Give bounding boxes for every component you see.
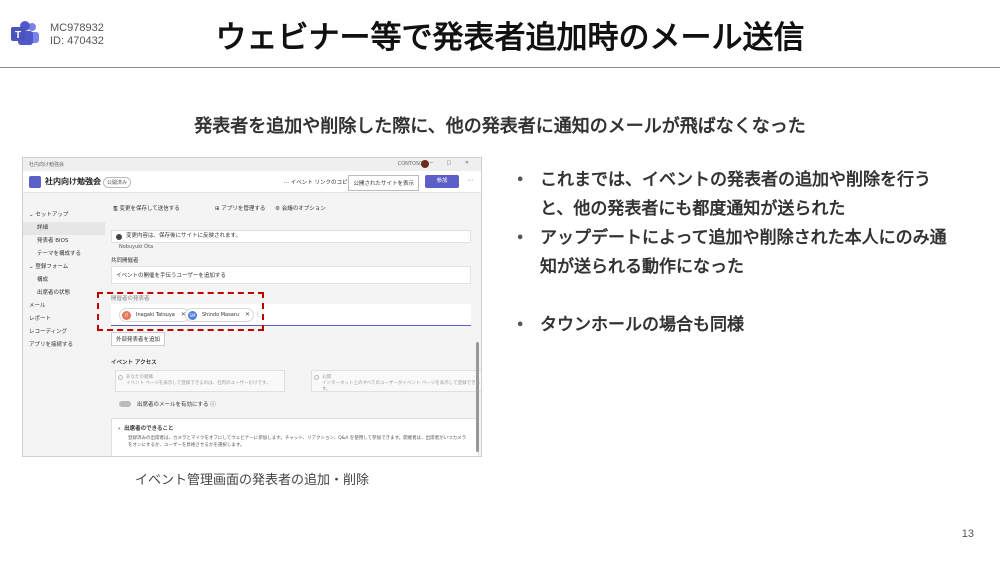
event-icon: [29, 176, 41, 188]
copy-event-link-button[interactable]: ⋯ イベント リンクのコピー: [284, 178, 354, 186]
info-icon: [116, 234, 122, 240]
event-name: 社内向け勉強会: [45, 177, 101, 186]
status-badge: 公開済み: [103, 177, 132, 188]
view-published-site-button[interactable]: 公開されたサイトを表示: [348, 175, 419, 191]
bullet-item: タウンホールの場合も同様: [516, 311, 956, 340]
attendee-capabilities-section[interactable]: › 出席者のできること 登録済みの出席者は、カメラとマイクをオフにしてウェビナー…: [111, 418, 479, 456]
sidebar-item[interactable]: 詳細: [23, 222, 105, 235]
radio-icon: [314, 375, 319, 380]
manage-apps-label: アプリを管理する: [221, 206, 266, 212]
scrollbar[interactable]: [476, 342, 479, 452]
slide-title: ウェビナー等で発表者追加時のメール送信: [215, 20, 805, 56]
banner-text: 変更内容は、保存後にサイトに反映されます。: [126, 233, 241, 239]
sidebar-item[interactable]: レポート: [23, 313, 105, 326]
sidebar-item[interactable]: ⌄ セットアップ: [23, 209, 105, 222]
sidebar-item[interactable]: 構成: [23, 274, 105, 287]
organizer-name: Nobuyuki Ota: [119, 244, 154, 250]
co-organizer-input[interactable]: イベントの開催を手伝うユーザーを追加する: [111, 266, 471, 284]
window-controls-icon[interactable]: ─ □ ✕: [430, 160, 475, 166]
add-external-presenter-button[interactable]: 外部発表者を追加: [111, 332, 166, 346]
expander-description: 登録済みの出席者は、カメラとマイクをオフにしてウェビナーに参加します。チャット、…: [128, 436, 467, 448]
event-app-bar: 社内向け勉強会 公開済み ⋯ イベント リンクのコピー 公開されたサイトを表示 …: [23, 171, 481, 193]
join-button[interactable]: 参加: [425, 175, 459, 188]
meeting-options-button[interactable]: ⚙ 会議のオプション: [275, 204, 326, 212]
more-options-icon[interactable]: ⋯: [467, 177, 473, 184]
avatar[interactable]: [421, 160, 429, 168]
attendee-email-toggle[interactable]: [119, 401, 131, 407]
event-sidebar: ⌄ セットアップ 詳細 発表者 BIOS テーマを構成する ⌄ 登録フォーム 構成 出席者の…: [23, 194, 105, 456]
sidebar-item[interactable]: テーマを構成する: [23, 248, 105, 261]
screenshot-caption: イベント管理画面の発表者の追加・削除: [134, 473, 369, 488]
access-option-desc: イベント ページを表示して登録できるのは、社内のユーザーだけです。: [126, 381, 271, 386]
sidebar-item[interactable]: 発表者 BIOS: [23, 235, 105, 248]
page-number: 13: [961, 528, 974, 540]
bullet-list: これまでは、イベントの発表者の追加や削除を行うと、他の発表者にも都度通知が送られ…: [516, 166, 956, 340]
expander-header: › 出席者のできること: [118, 426, 174, 432]
attendee-email-text: 出席者のメールを有効にする: [137, 402, 209, 408]
radio-icon: [118, 375, 123, 380]
sidebar-item[interactable]: ⌄ 登録フォーム: [23, 261, 105, 274]
window-title: 社内向け勉強会: [29, 162, 65, 168]
access-option-desc: インターネット上のすべてのユーザーがイベント ページを表示して登録できます。: [322, 381, 481, 392]
attendee-email-label: 出席者のメールを有効にする ⓘ: [137, 402, 216, 408]
save-and-send-label: 変更を保存して送信する: [119, 206, 180, 212]
sidebar-item[interactable]: レコーディング: [23, 326, 105, 339]
window-titlebar: 社内向け勉強会 CONTOSO ─ □ ✕: [23, 158, 481, 171]
access-option-org[interactable]: あなたの組織 イベント ページを表示して登録できるのは、社内のユーザーだけです。: [115, 370, 285, 392]
highlight-box: [97, 292, 264, 331]
meeting-options-label: 会議のオプション: [281, 206, 326, 212]
info-banner: 変更内容は、保存後にサイトに反映されます。: [111, 230, 471, 243]
slide-subtitle: 発表者を追加や削除した際に、他の発表者に通知のメールが飛ばなくなった: [194, 116, 806, 137]
access-option-public[interactable]: 公開 インターネット上のすべてのユーザーがイベント ページを表示して登録できます…: [311, 370, 481, 392]
manage-apps-button[interactable]: ⊞ アプリを管理する: [215, 204, 265, 212]
sidebar-item[interactable]: メール: [23, 300, 105, 313]
save-and-send-button[interactable]: 🖫 変更を保存して送信する: [113, 204, 180, 214]
slide-header: T MC978932 ID: 470432 ウェビナー等で発表者追加時のメール送…: [0, 0, 1000, 68]
bullet-item: これまでは、イベントの発表者の追加や削除を行うと、他の発表者にも都度通知が送られ…: [516, 166, 956, 224]
bullet-item: アップデートによって追加や削除された本人にのみ通知が送られる動作になった: [516, 224, 956, 282]
event-details-content: 変更内容は、保存後にサイトに反映されます。 Nobuyuki Ota 共同開催者…: [105, 222, 481, 456]
org-name: CONTOSO: [397, 161, 423, 167]
expander-title: 出席者のできること: [124, 426, 174, 432]
co-organizer-label: 共同開催者: [111, 258, 139, 264]
sidebar-item[interactable]: アプリを接続する: [23, 339, 105, 352]
sidebar-item[interactable]: 出席者の状態: [23, 287, 105, 300]
event-toolbar: 🖫 変更を保存して送信する ⊞ アプリを管理する ⚙ 会議のオプション: [105, 194, 481, 222]
event-access-label: イベント アクセス: [111, 360, 157, 366]
